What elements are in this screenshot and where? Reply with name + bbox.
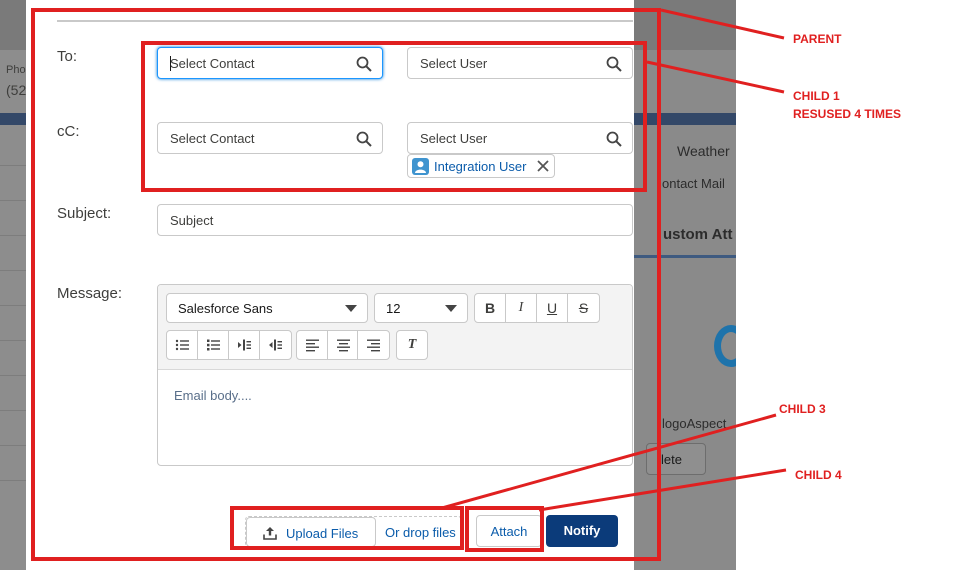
- parent-annotation-label: PARENT: [793, 32, 842, 46]
- screenshot-root: Pho (52 Weather ontact Mail ustom Att lo…: [0, 0, 960, 570]
- child1-annotation-label: CHILD 1: [793, 89, 840, 103]
- annotation-leader-lines: [441, 8, 787, 512]
- child4-annotation-label: CHILD 4: [795, 468, 842, 482]
- child1-annotation-sublabel: RESUSED 4 TIMES: [793, 107, 902, 121]
- child3-annotation-label: CHILD 3: [779, 402, 826, 416]
